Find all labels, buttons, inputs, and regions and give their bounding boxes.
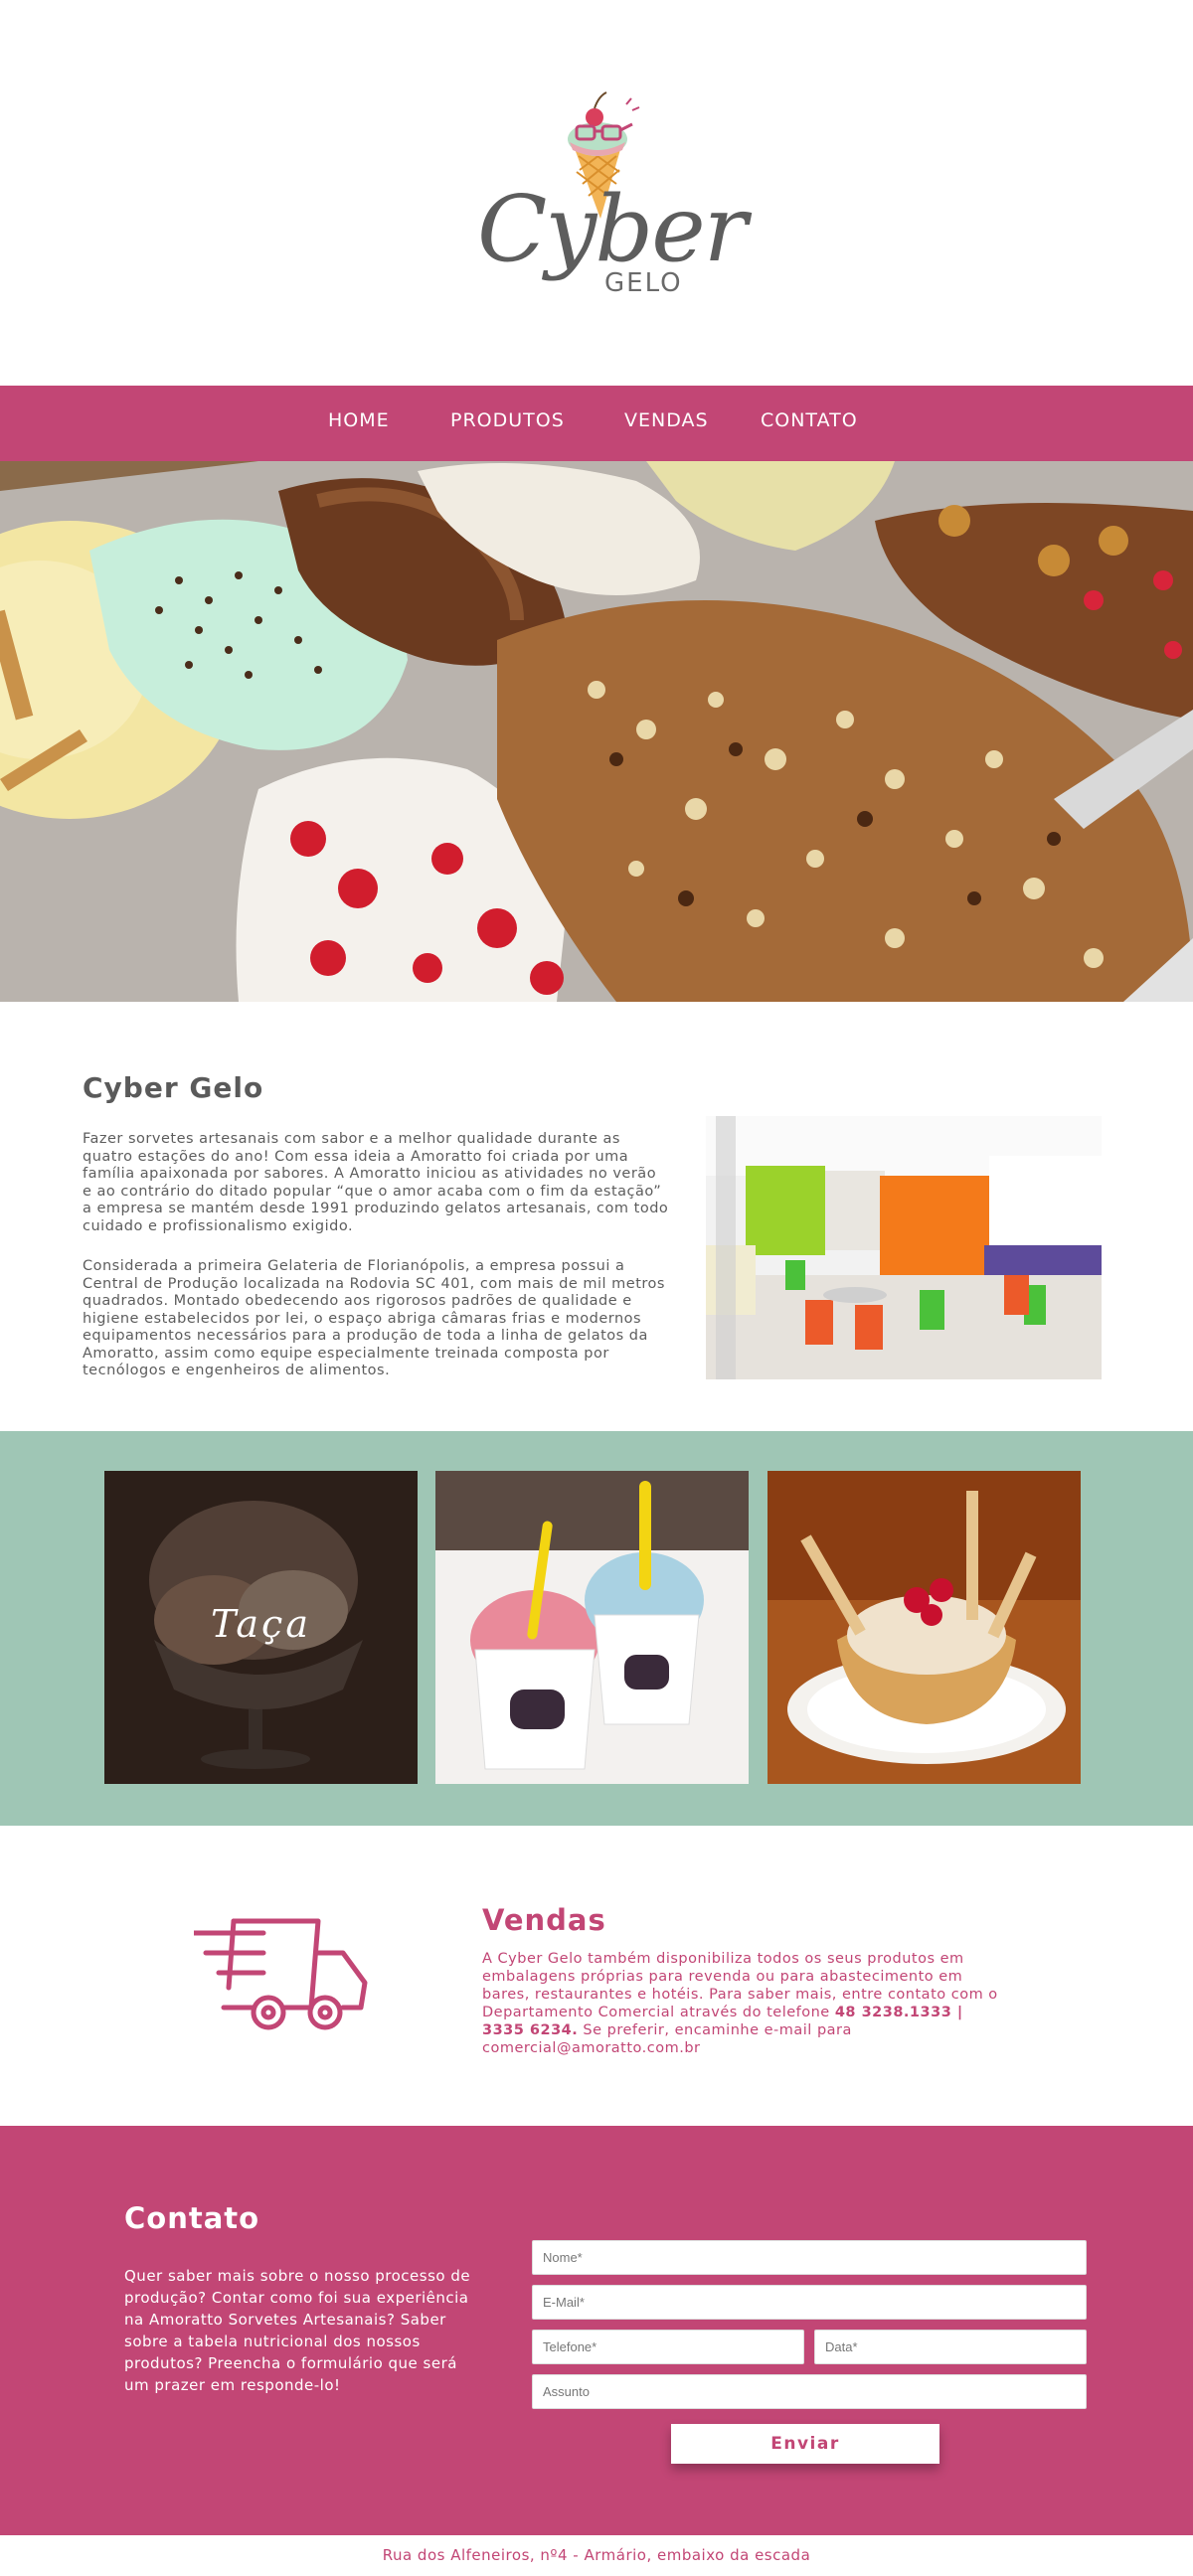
about-paragraph-1: Fazer sorvetes artesanais com sabor e a … <box>83 1131 669 1234</box>
site-footer: Rua dos Alfeneiros, nº4 - Armário, embai… <box>0 2535 1193 2576</box>
about-section: Cyber Gelo Fazer sorvetes artesanais com… <box>0 1002 1193 1431</box>
products-gallery: Taça <box>0 1431 1193 1826</box>
about-paragraph-2: Considerada a primeira Gelateria de Flor… <box>83 1258 665 1378</box>
gallery-tile-waffle-bowl[interactable] <box>767 1471 1081 1784</box>
nome-field[interactable] <box>532 2240 1087 2275</box>
nav-produtos[interactable]: PRODUTOS <box>450 409 565 431</box>
about-title: Cyber Gelo <box>83 1071 264 1104</box>
contato-description: Quer saber mais sobre o nosso processo d… <box>124 2267 471 2394</box>
data-field[interactable] <box>814 2330 1087 2364</box>
email-field[interactable] <box>532 2285 1087 2320</box>
main-nav: HOME PRODUTOS VENDAS CONTATO <box>0 386 1193 461</box>
enviar-button[interactable]: Enviar <box>671 2424 939 2464</box>
footer-address: Rua dos Alfeneiros, nº4 - Armário, embai… <box>382 2546 811 2564</box>
gallery-tile-taca[interactable]: Taça <box>104 1471 418 1784</box>
cyber-gelo-logo[interactable]: Cyber GELO <box>477 84 748 308</box>
vendas-description: A Cyber Gelo também disponibiliza todos … <box>482 1950 999 2057</box>
contato-section: Contato Quer saber mais sobre o nosso pr… <box>0 2126 1193 2535</box>
vendas-title: Vendas <box>482 1903 606 1937</box>
gallery-tile-cups[interactable] <box>435 1471 749 1784</box>
nav-vendas[interactable]: VENDAS <box>624 409 709 431</box>
assunto-field[interactable] <box>532 2374 1087 2409</box>
delivery-truck-icon <box>194 1918 368 2030</box>
nav-home[interactable]: HOME <box>328 409 390 431</box>
vendas-section: Vendas A Cyber Gelo também disponibiliza… <box>0 1826 1193 2126</box>
site-header: Cyber GELO <box>0 0 1193 386</box>
nav-contato[interactable]: CONTATO <box>761 409 858 431</box>
gallery-caption-taca: Taça <box>211 1602 311 1646</box>
logo-wordmark: Cyber <box>477 176 748 282</box>
store-interior-image <box>706 1116 1102 1379</box>
telefone-field[interactable] <box>532 2330 804 2364</box>
contato-title: Contato <box>124 2201 260 2235</box>
hero-gelato-display-image <box>0 461 1193 1002</box>
logo-subtitle: GELO <box>604 268 683 298</box>
